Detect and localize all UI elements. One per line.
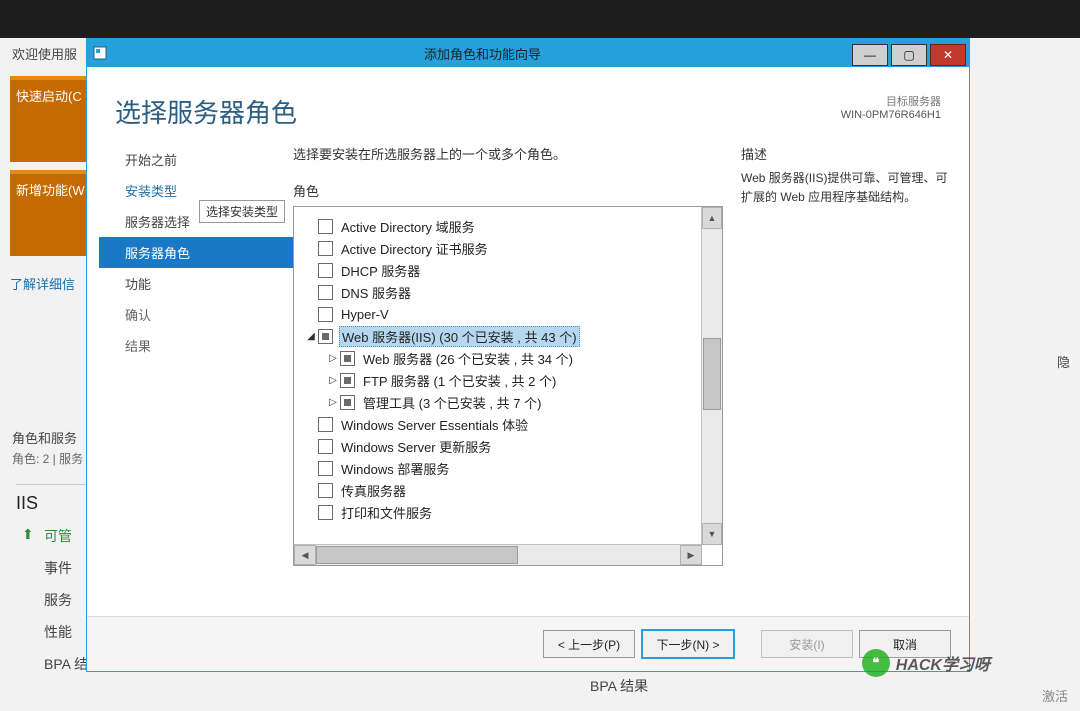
checkbox-partial-icon[interactable] <box>318 329 333 344</box>
watermark-text: HACK学习呀 <box>896 651 990 675</box>
welcome-text: 欢迎使用服 <box>12 44 77 63</box>
roles-label: 角色 <box>293 181 723 200</box>
scroll-up-icon[interactable]: ▲ <box>702 207 722 229</box>
role-ad-ds[interactable]: Active Directory 域服务 <box>300 215 698 237</box>
role-fax[interactable]: 传真服务器 <box>300 479 698 501</box>
destination-label: 目标服务器 <box>841 93 941 109</box>
scroll-left-icon[interactable]: ◀ <box>294 545 316 565</box>
role-mgmt-tools[interactable]: ▷管理工具 (3 个已安装 , 共 7 个) <box>300 391 698 413</box>
wizard-heading: 选择服务器角色 <box>115 93 297 130</box>
wechat-icon: ❝ <box>862 649 890 677</box>
destination-server: 目标服务器 WIN-0PM76R646H1 <box>841 93 941 130</box>
destination-value: WIN-0PM76R646H1 <box>841 109 941 121</box>
roles-panel-heading: 角色和服务 <box>12 428 77 447</box>
role-web-server[interactable]: ▷Web 服务器 (26 个已安装 , 共 34 个) <box>300 347 698 369</box>
role-wsus[interactable]: Windows Server 更新服务 <box>300 435 698 457</box>
checkbox-partial-icon[interactable] <box>340 373 355 388</box>
activate-windows: 激活 <box>1042 686 1068 705</box>
wizard-title-bar[interactable]: 添加角色和功能向导 — ▢ ✕ <box>87 39 969 67</box>
maximize-button[interactable]: ▢ <box>891 44 927 66</box>
wizard-nav: 开始之前 安装类型 服务器选择 服务器角色 功能 确认 结果 选择安装类型 <box>99 144 293 592</box>
role-wse[interactable]: Windows Server Essentials 体验 <box>300 413 698 435</box>
previous-button[interactable]: < 上一步(P) <box>543 630 635 658</box>
next-button[interactable]: 下一步(N) > <box>641 629 735 659</box>
role-dhcp[interactable]: DHCP 服务器 <box>300 259 698 281</box>
nav-confirmation: 确认 <box>99 299 293 330</box>
scroll-down-icon[interactable]: ▼ <box>702 523 722 545</box>
checkbox-partial-icon[interactable] <box>340 351 355 366</box>
description-label: 描述 <box>741 144 951 163</box>
role-print[interactable]: 打印和文件服务 <box>300 501 698 523</box>
nav-server-roles[interactable]: 服务器角色 <box>99 237 293 268</box>
scroll-thumb[interactable] <box>703 338 721 410</box>
description-text: Web 服务器(IIS)提供可靠、可管理、可扩展的 Web 应用程序基础结构。 <box>741 169 951 207</box>
roles-listbox: Active Directory 域服务 Active Directory 证书… <box>293 206 723 566</box>
menu-bar <box>0 0 1080 38</box>
instruction-text: 选择要安装在所选服务器上的一个或多个角色。 <box>293 144 723 163</box>
role-dns[interactable]: DNS 服务器 <box>300 281 698 303</box>
hscroll-thumb[interactable] <box>316 546 518 564</box>
nav-tooltip: 选择安装类型 <box>199 200 285 223</box>
expand-icon[interactable]: ▷ <box>326 353 340 364</box>
role-ad-cs[interactable]: Active Directory 证书服务 <box>300 237 698 259</box>
whats-new-block[interactable]: 新增功能(W <box>10 170 92 256</box>
wizard-title: 添加角色和功能向导 <box>113 44 852 63</box>
roles-scroll-area[interactable]: Active Directory 域服务 Active Directory 证书… <box>294 207 702 545</box>
quick-start-column: 快速启动(C 新增功能(W 了解详细信 <box>10 76 92 293</box>
quick-start-label: 快速启动(C <box>10 80 92 105</box>
scroll-right-icon[interactable]: ▶ <box>680 545 702 565</box>
whats-new-label: 新增功能(W <box>10 174 92 199</box>
wizard-app-icon <box>87 39 113 67</box>
expand-icon[interactable]: ▷ <box>326 375 340 386</box>
quick-start-block[interactable]: 快速启动(C <box>10 76 92 162</box>
roles-panel-sub: 角色: 2 | 服务 <box>12 450 83 467</box>
expand-icon[interactable]: ▷ <box>326 397 340 408</box>
role-wds[interactable]: Windows 部署服务 <box>300 457 698 479</box>
checkbox-partial-icon[interactable] <box>340 395 355 410</box>
role-web-server-iis[interactable]: ◢Web 服务器(IIS) (30 个已安装 , 共 43 个) <box>300 325 698 347</box>
nav-before-you-begin[interactable]: 开始之前 <box>99 144 293 175</box>
wizard-footer: < 上一步(P) 下一步(N) > 安装(I) 取消 <box>87 616 969 671</box>
role-hyperv[interactable]: Hyper-V <box>300 303 698 325</box>
install-button: 安装(I) <box>761 630 853 658</box>
vertical-scrollbar[interactable]: ▲ ▼ <box>701 207 722 545</box>
watermark: ❝ HACK学习呀 <box>862 649 990 677</box>
role-ftp-server[interactable]: ▷FTP 服务器 (1 个已安装 , 共 2 个) <box>300 369 698 391</box>
hide-label[interactable]: 隐 <box>1057 352 1070 371</box>
add-roles-wizard: 添加角色和功能向导 — ▢ ✕ 选择服务器角色 目标服务器 WIN-0PM76R… <box>86 38 970 672</box>
minimize-button[interactable]: — <box>852 44 888 66</box>
bpa-result-right[interactable]: BPA 结果 <box>590 676 648 696</box>
expand-icon[interactable]: ◢ <box>304 331 318 342</box>
nav-results: 结果 <box>99 330 293 361</box>
nav-features[interactable]: 功能 <box>99 268 293 299</box>
close-button[interactable]: ✕ <box>930 44 966 66</box>
learn-more-link[interactable]: 了解详细信 <box>10 274 92 293</box>
horizontal-scrollbar[interactable]: ◀ ▶ <box>294 544 702 565</box>
